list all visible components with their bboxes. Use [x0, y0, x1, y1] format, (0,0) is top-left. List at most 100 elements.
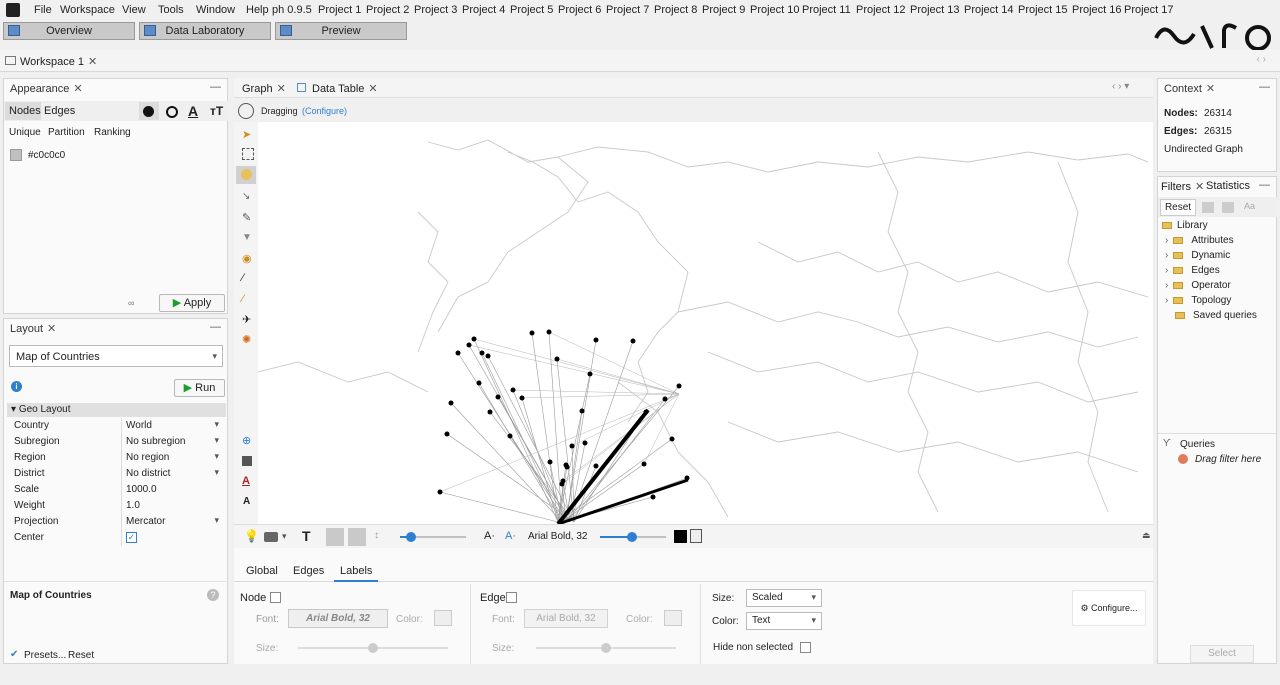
close-icon[interactable]: ✕ [88, 56, 97, 68]
prop-value[interactable]: 1.0 [121, 498, 223, 514]
project-tab[interactable]: Project 12 [856, 4, 906, 16]
close-icon[interactable]: ✕ [47, 323, 56, 335]
size-icon[interactable] [166, 106, 178, 118]
prop-row[interactable]: Region No region ▾ [14, 450, 223, 466]
prop-row[interactable]: Scale 1000.0 [14, 482, 223, 498]
close-icon[interactable]: ✕ [73, 83, 82, 95]
graph-node[interactable] [643, 409, 649, 415]
project-tab[interactable]: Project 11 [802, 4, 851, 16]
graph-node[interactable] [495, 394, 501, 400]
project-tab[interactable]: Project 16 [1072, 4, 1122, 16]
project-tab[interactable]: Project 17 [1124, 4, 1174, 16]
chevron-down-icon[interactable]: ▾ [282, 531, 287, 542]
tab-statistics[interactable]: Statistics [1206, 180, 1250, 192]
prop-row[interactable]: Subregion No subregion ▾ [14, 434, 223, 450]
workspace-tab[interactable]: Workspace 1 ✕ [20, 55, 97, 68]
size-mode-select[interactable]: Scaled ▾ [746, 589, 822, 607]
color-mode-select[interactable]: Text ▾ [746, 612, 822, 630]
size-slider-thumb[interactable] [406, 532, 416, 542]
label-color-swatch[interactable] [674, 530, 687, 543]
tab-filters[interactable]: Filters ✕ [1161, 180, 1204, 193]
font-size-up-icon[interactable]: A· [505, 530, 516, 542]
pencil-icon[interactable]: ✎ [242, 211, 251, 224]
minimize-icon[interactable]: — [1259, 81, 1270, 93]
info-icon[interactable]: i [11, 381, 22, 392]
list-icon[interactable] [1222, 202, 1234, 213]
filters-reset-button[interactable]: Reset [1160, 199, 1196, 216]
select-tool-icon[interactable]: ➤ [242, 128, 251, 141]
center-view-icon[interactable]: ⊕ [242, 434, 251, 447]
menu-help[interactable]: Help [246, 4, 269, 16]
subtab-unique[interactable]: Unique [9, 127, 41, 138]
tab-global[interactable]: Global [246, 565, 278, 577]
filter-category[interactable]: › Topology [1165, 295, 1231, 306]
node-labels-toggle-icon[interactable] [326, 528, 344, 546]
menu-workspace[interactable]: Workspace [60, 4, 115, 16]
run-button[interactable]: ▶ Run [174, 379, 225, 397]
geo-layout-section[interactable]: ▾ Geo Layout [7, 403, 226, 417]
minimize-icon[interactable]: — [1259, 179, 1270, 191]
text-tool-icon[interactable]: T [302, 528, 311, 544]
reset-button[interactable]: Reset [68, 650, 94, 661]
graph-node[interactable] [676, 383, 682, 389]
prop-row[interactable]: Center ✓ [14, 530, 223, 546]
graph-node[interactable] [560, 478, 566, 484]
project-tab[interactable]: Project 14 [964, 4, 1014, 16]
graph-node[interactable] [455, 350, 461, 356]
graph-canvas[interactable] [258, 122, 1153, 524]
project-tab[interactable]: Project 7 [606, 4, 649, 16]
select-button[interactable]: Select [1190, 645, 1254, 663]
edge-labels-toggle-icon[interactable] [348, 528, 366, 546]
project-tab[interactable]: Project 5 [510, 4, 553, 16]
shortest-path-icon[interactable]: ✈ [242, 313, 251, 326]
graph-node[interactable] [487, 409, 493, 415]
font-icon[interactable]: Aa [1244, 201, 1255, 211]
project-tab[interactable]: Project 6 [558, 4, 601, 16]
tab-edges-bottom[interactable]: Edges [293, 565, 324, 577]
project-tab[interactable]: Project 2 [366, 4, 409, 16]
brush-icon[interactable]: ▼ [242, 232, 252, 243]
screenshot-icon[interactable] [264, 532, 278, 542]
rect-select-tool-icon[interactable] [242, 148, 254, 160]
graph-node[interactable] [444, 431, 450, 437]
graph-node[interactable] [437, 489, 443, 495]
prop-value[interactable]: Mercator ▾ [121, 514, 223, 530]
overview-button[interactable]: Overview [3, 22, 135, 40]
graph-node[interactable] [519, 395, 525, 401]
font-size-down-icon[interactable]: A· [484, 530, 495, 542]
edge-checkbox[interactable] [506, 592, 517, 603]
subtab-partition[interactable]: Partition [48, 127, 85, 138]
preview-button[interactable]: Preview [275, 22, 407, 40]
graph-node[interactable] [684, 475, 690, 481]
label-color-icon[interactable]: A [188, 103, 198, 119]
project-tab[interactable]: Project 9 [702, 4, 745, 16]
graph-node[interactable] [662, 396, 668, 402]
graph-node[interactable] [587, 371, 593, 377]
label-color-tool-icon[interactable]: A [242, 475, 250, 487]
workspace-nav-icon[interactable]: ‹ › [1257, 54, 1266, 65]
node-checkbox[interactable] [270, 592, 281, 603]
tab-labels[interactable]: Labels [340, 565, 372, 577]
prop-value[interactable]: ✓ [121, 530, 223, 546]
presets-button[interactable]: Presets... [24, 650, 66, 661]
paint-bucket-icon[interactable]: ◉ [242, 252, 252, 265]
layout-algorithm-select[interactable]: Map of Countries ▾ [9, 345, 223, 367]
filter-category[interactable]: › Edges [1165, 265, 1220, 276]
graph-node[interactable] [546, 329, 552, 335]
font-slider-thumb[interactable] [627, 532, 637, 542]
prop-value[interactable]: 1000.0 [121, 482, 223, 498]
hide-non-selected-checkbox[interactable] [800, 642, 811, 653]
export-icon[interactable] [1202, 202, 1214, 213]
clipboard-icon[interactable] [690, 529, 702, 543]
graph-node[interactable] [448, 400, 454, 406]
graph-node[interactable] [547, 459, 553, 465]
node-font-button[interactable]: Arial Bold, 32 [288, 609, 388, 628]
font-label[interactable]: Arial Bold, 32 [528, 531, 587, 542]
background-color-icon[interactable] [242, 456, 252, 466]
menu-tools[interactable]: Tools [158, 4, 184, 16]
filter-category[interactable]: › Dynamic [1165, 250, 1230, 261]
auto-apply-icon[interactable]: ∞ [128, 298, 134, 308]
size-mode-icon[interactable]: ↕ [374, 530, 379, 541]
graph-node[interactable] [554, 356, 560, 362]
subtab-ranking[interactable]: Ranking [94, 127, 131, 138]
